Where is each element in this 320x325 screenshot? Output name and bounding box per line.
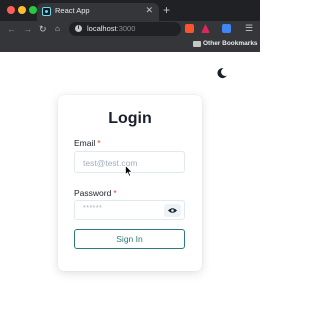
password-field[interactable]: ****** <box>74 200 185 220</box>
new-tab-button[interactable]: + <box>163 3 170 17</box>
eye-icon <box>168 208 177 213</box>
close-window-button[interactable] <box>7 6 15 14</box>
required-marker: * <box>113 188 117 198</box>
bookmarks-bar: Other Bookmarks <box>0 37 260 52</box>
login-card: Login Email * test@test.com Password * ***… <box>58 95 202 271</box>
brave-shield-icon[interactable] <box>185 24 194 33</box>
translate-extension-icon[interactable] <box>222 24 231 33</box>
react-favicon-icon <box>42 7 51 16</box>
other-bookmarks-link[interactable]: Other Bookmarks <box>203 40 258 47</box>
password-mask: ****** <box>83 205 103 212</box>
folder-icon <box>193 41 201 47</box>
maximize-window-button[interactable] <box>29 6 37 14</box>
address-bar[interactable]: i localhost:3000 <box>69 22 181 36</box>
site-info-icon[interactable]: i <box>75 25 82 32</box>
sign-in-button[interactable]: Sign In <box>74 229 185 249</box>
moon-icon[interactable] <box>216 67 228 79</box>
browser-menu-icon[interactable]: ☰ <box>245 23 253 34</box>
password-label: Password * <box>74 188 117 198</box>
browser-tab[interactable]: React App ✕ <box>37 3 159 21</box>
show-password-button[interactable] <box>164 204 181 217</box>
bookmark-icon[interactable]: ⌂ <box>55 23 60 35</box>
back-icon[interactable]: ← <box>7 23 16 35</box>
mouse-cursor-icon <box>125 165 133 177</box>
tab-title: React App <box>55 6 90 15</box>
url-text: localhost:3000 <box>87 24 136 33</box>
page-title: Login <box>108 110 152 127</box>
tab-strip: React App ✕ + <box>0 0 260 21</box>
forward-icon[interactable]: → <box>23 23 32 35</box>
required-marker: * <box>97 138 101 148</box>
reload-icon[interactable]: ↻ <box>39 23 47 35</box>
browser-chrome: React App ✕ + ← → ↻ ⌂ i localhost:3000 ☰… <box>0 0 260 52</box>
email-label: Email * <box>74 138 101 148</box>
extension-triangle-icon[interactable] <box>201 24 210 33</box>
tab-close-icon[interactable]: ✕ <box>145 5 153 16</box>
minimize-window-button[interactable] <box>18 6 26 14</box>
browser-toolbar: ← → ↻ ⌂ i localhost:3000 ☰ <box>0 21 260 37</box>
